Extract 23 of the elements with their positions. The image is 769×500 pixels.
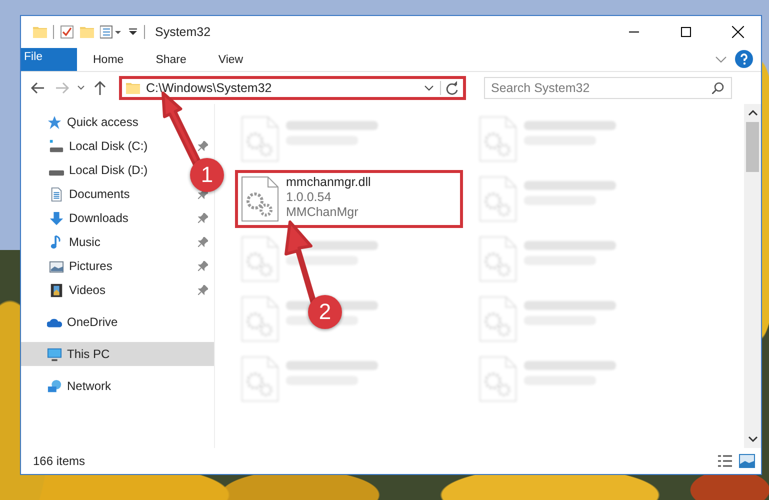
- sidebar-item[interactable]: Pictures: [49, 254, 112, 278]
- sidebar-item[interactable]: Documents: [49, 182, 130, 206]
- sidebar-item[interactable]: This PC: [21, 342, 214, 366]
- file-name: mmchanmgr.dll: [286, 175, 371, 189]
- sidebar-item[interactable]: OneDrive: [21, 310, 214, 334]
- sidebar-item[interactable]: Network: [21, 374, 214, 398]
- file-tab[interactable]: File: [21, 48, 77, 71]
- item-count: 166 items: [33, 454, 86, 468]
- file-item[interactable]: mmchanmgr.dll 1.0.0.54 MMChanMgr: [235, 170, 463, 228]
- sidebar-item[interactable]: Local Disk (C:): [49, 134, 148, 158]
- sidebar-item[interactable]: Downloads: [49, 206, 128, 230]
- address-field[interactable]: C:\Windows\System32: [119, 76, 466, 100]
- window-title: System32: [155, 25, 212, 39]
- ribbon-tab[interactable]: Share: [140, 48, 202, 71]
- file-detail: MMChanMgr: [286, 205, 360, 219]
- search-field[interactable]: Search System32: [484, 77, 732, 99]
- ribbon-tab[interactable]: Home: [77, 48, 140, 71]
- sidebar-item[interactable]: Quick access: [21, 110, 214, 134]
- sidebar-item[interactable]: Videos: [49, 278, 106, 302]
- file-detail: 1.0.0.54: [286, 190, 332, 204]
- ribbon-tab[interactable]: View: [202, 48, 260, 71]
- sidebar-item[interactable]: Music: [49, 230, 100, 254]
- sidebar-item[interactable]: Local Disk (D:): [49, 158, 148, 182]
